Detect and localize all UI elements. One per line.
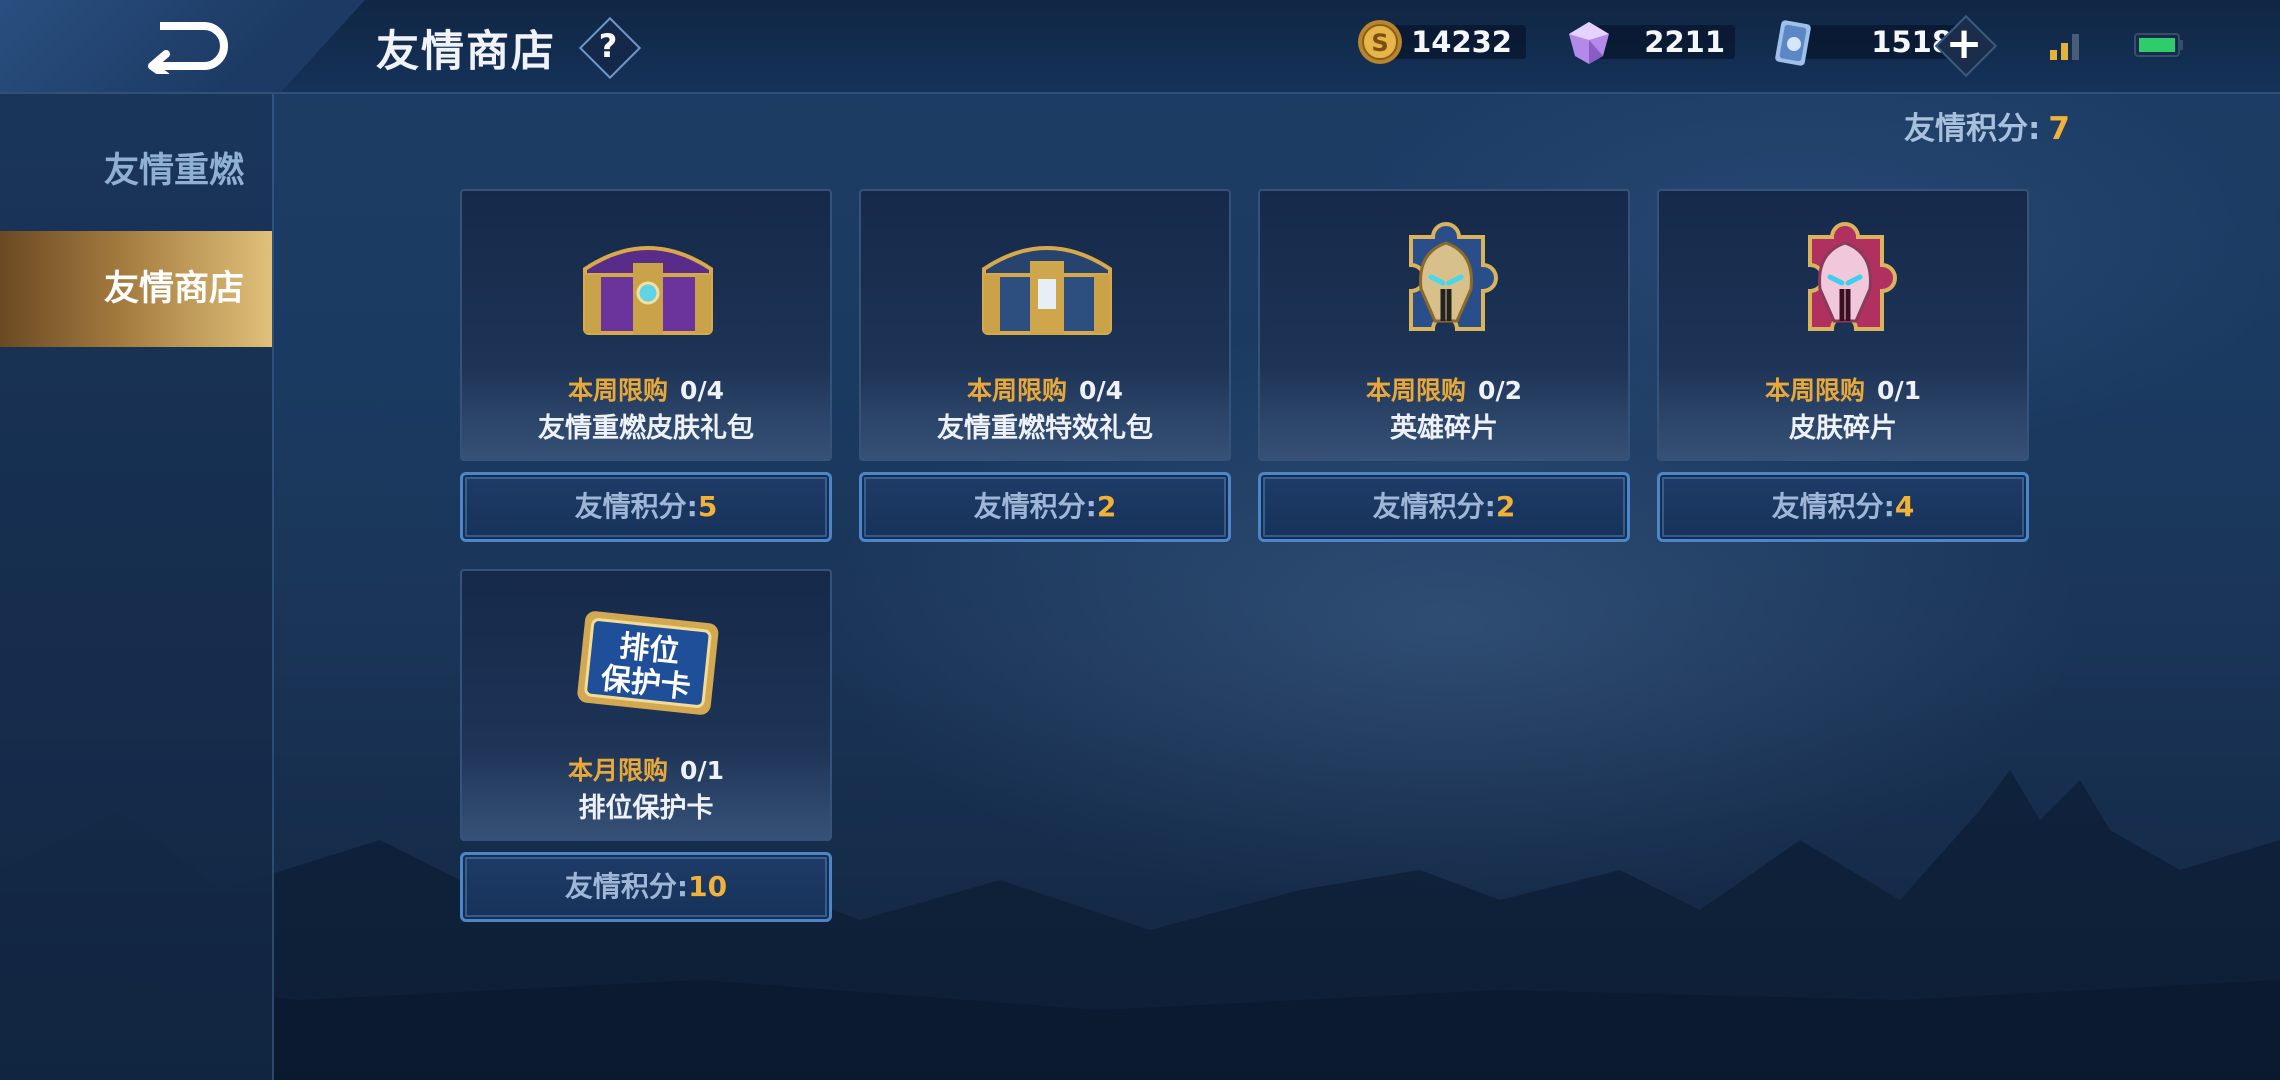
shop-item-card[interactable]: 本周限购 0/2 英雄碎片 xyxy=(1258,189,1630,461)
purchase-limit: 本周限购 0/4 xyxy=(861,371,1229,407)
limit-count: 0/4 xyxy=(1079,376,1123,405)
buy-button[interactable]: 友情积分:2 xyxy=(859,472,1231,542)
coupon-value: 1518 xyxy=(1871,25,1952,59)
gold-currency: S 14232 xyxy=(1356,18,1526,66)
purchase-limit: 本周限购 0/4 xyxy=(462,371,830,407)
limit-type: 本周限购 xyxy=(1765,376,1866,405)
help-icon: ? xyxy=(598,27,618,65)
buy-button[interactable]: 友情积分:10 xyxy=(460,852,832,922)
limit-count: 0/4 xyxy=(680,376,724,405)
price-value: 2 xyxy=(1096,490,1117,523)
limit-type: 本周限购 xyxy=(1366,376,1467,405)
rank-protect-card-icon: 排位 保护卡 xyxy=(577,611,719,715)
item-name: 英雄碎片 xyxy=(1390,413,1498,444)
price-value: 10 xyxy=(688,870,728,903)
friendship-score: 友情积分: 7 xyxy=(1904,103,2070,148)
item-name: 友情重燃特效礼包 xyxy=(937,413,1153,444)
limit-count: 0/1 xyxy=(680,756,724,785)
price-label: 友情积分:2 xyxy=(1261,475,1627,539)
price-value: 4 xyxy=(1894,490,1915,523)
coupon-currency: 1518 xyxy=(1772,18,1968,66)
price-label: 友情积分:5 xyxy=(463,475,829,539)
skin-fragment-icon xyxy=(1808,222,1897,331)
sidebar: 友情重燃 友情商店 xyxy=(0,94,274,1080)
sidebar-item-friendship-rekindle[interactable]: 友情重燃 xyxy=(0,113,272,229)
price-text: 友情积分: xyxy=(564,870,689,903)
price-value: 2 xyxy=(1495,490,1516,523)
limit-type: 本周限购 xyxy=(568,376,669,405)
sidebar-item-friendship-shop[interactable]: 友情商店 xyxy=(0,231,272,347)
blue-chest-icon xyxy=(982,246,1112,335)
diamond-value: 2211 xyxy=(1644,25,1725,59)
background-silhouette xyxy=(0,770,2280,1080)
price-value: 5 xyxy=(697,490,718,523)
help-button[interactable]: ? xyxy=(578,16,642,80)
hero-fragment-icon xyxy=(1409,222,1498,331)
purple-chest-icon xyxy=(583,246,713,335)
sidebar-item-label: 友情重燃 xyxy=(103,151,244,191)
diamond-currency: 2211 xyxy=(1563,18,1735,66)
battery-icon xyxy=(2134,33,2183,57)
item-name: 排位保护卡 xyxy=(578,793,714,824)
limit-type: 本月限购 xyxy=(568,756,669,785)
limit-count: 0/1 xyxy=(1877,376,1921,405)
price-text: 友情积分: xyxy=(1771,490,1895,523)
plus-icon: + xyxy=(1945,18,1983,69)
shop-item-card[interactable]: 本周限购 0/4 友情重燃皮肤礼包 xyxy=(460,189,832,461)
add-currency-button[interactable]: + xyxy=(1934,14,1998,78)
price-label: 友情积分:4 xyxy=(1660,475,2026,539)
price-text: 友情积分: xyxy=(1372,490,1496,523)
limit-count: 0/2 xyxy=(1478,376,1522,405)
friendship-score-value: 7 xyxy=(2048,111,2070,147)
purchase-limit: 本周限购 0/2 xyxy=(1260,371,1628,407)
page-title: 友情商店 xyxy=(376,27,556,77)
shop-item-card[interactable]: 排位 保护卡 本月限购 0/1 排位保护卡 xyxy=(460,569,832,841)
shop-item-card[interactable]: 本周限购 0/1 皮肤碎片 xyxy=(1657,189,2029,461)
purchase-limit: 本周限购 0/1 xyxy=(1659,371,2027,407)
buy-button[interactable]: 友情积分:2 xyxy=(1258,472,1630,542)
gold-value: 14232 xyxy=(1411,25,1512,59)
limit-type: 本周限购 xyxy=(967,376,1068,405)
top-bar: 友情商店 ? S 14232 2211 1518 + xyxy=(0,0,2280,94)
sidebar-item-label: 友情商店 xyxy=(103,269,244,309)
price-label: 友情积分:10 xyxy=(463,855,829,919)
friendship-score-label: 友情积分: xyxy=(1904,111,2041,147)
buy-button[interactable]: 友情积分:5 xyxy=(460,472,832,542)
price-text: 友情积分: xyxy=(973,490,1097,523)
item-name: 皮肤碎片 xyxy=(1789,413,1897,444)
signal-icon xyxy=(2050,34,2079,60)
price-label: 友情积分:2 xyxy=(862,475,1228,539)
purchase-limit: 本月限购 0/1 xyxy=(462,751,830,787)
shop-item-card[interactable]: 本周限购 0/4 友情重燃特效礼包 xyxy=(859,189,1231,461)
item-name: 友情重燃皮肤礼包 xyxy=(538,413,754,444)
buy-button[interactable]: 友情积分:4 xyxy=(1657,472,2029,542)
back-icon[interactable] xyxy=(142,18,232,74)
price-text: 友情积分: xyxy=(574,490,698,523)
